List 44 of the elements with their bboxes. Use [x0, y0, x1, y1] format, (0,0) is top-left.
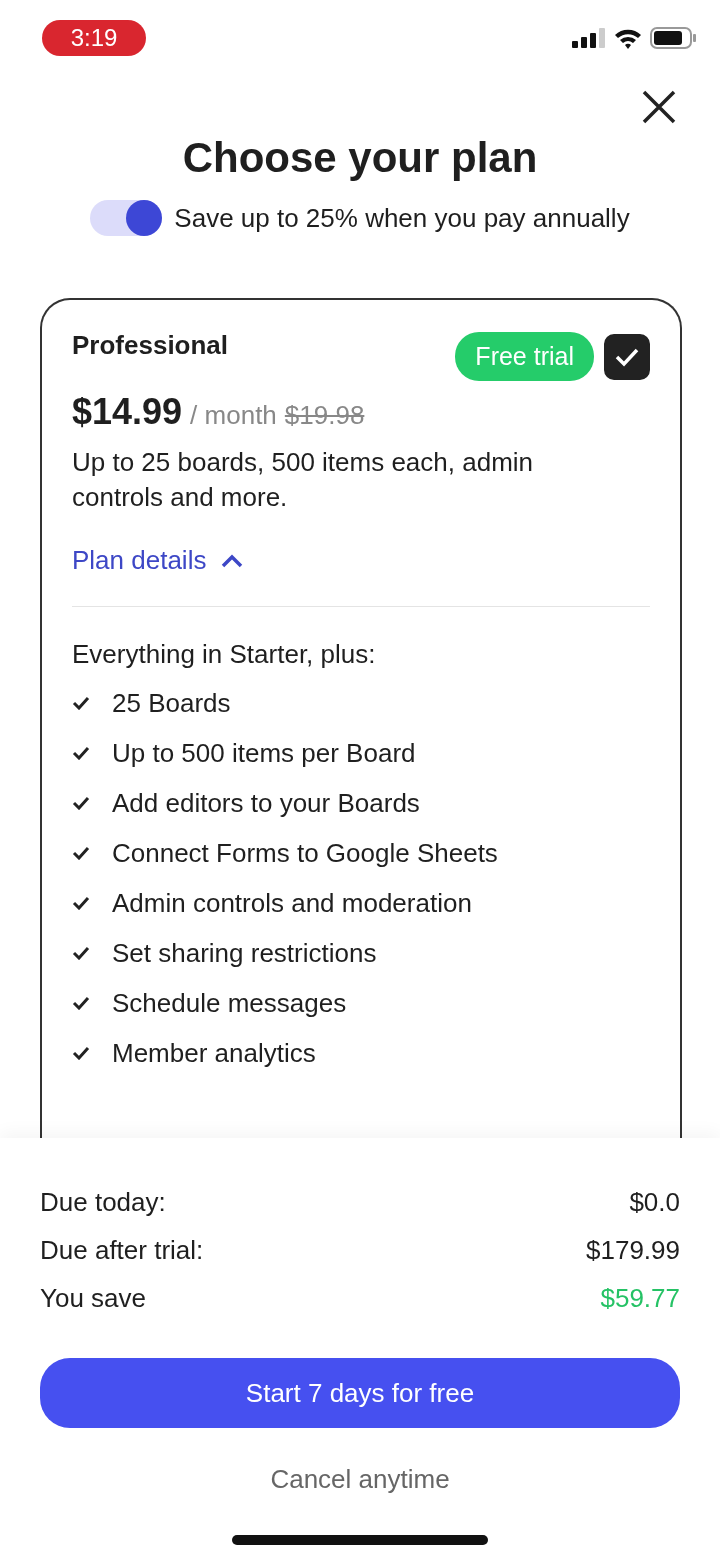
check-icon	[72, 896, 90, 910]
plan-checkbox[interactable]	[604, 333, 650, 380]
summary-value: $59.77	[600, 1282, 680, 1314]
check-icon	[72, 696, 90, 710]
summary-label: Due today:	[40, 1186, 166, 1218]
page-title: Choose your plan	[181, 134, 539, 182]
check-icon	[72, 846, 90, 860]
start-trial-button[interactable]: Start 7 days for free	[40, 1358, 680, 1428]
feature-text: Member analytics	[112, 1037, 316, 1069]
signal-icon	[572, 28, 606, 48]
toggle-label: Save up to 25% when you pay annually	[174, 202, 630, 234]
plan-name: Professional	[72, 330, 229, 361]
feature-text: Connect Forms to Google Sheets	[112, 837, 498, 869]
summary-value: $0.0	[629, 1186, 680, 1218]
price-period: / month	[190, 400, 277, 431]
check-icon	[72, 796, 90, 810]
feature-text: 25 Boards	[112, 687, 231, 719]
feature-text: Up to 500 items per Board	[112, 737, 416, 769]
plan-card[interactable]	[40, 298, 682, 1138]
feature-text: Add editors to your Boards	[112, 787, 420, 819]
wifi-icon	[614, 27, 642, 49]
plan-description: Up to 25 boards, 500 items each, admin controls and more.	[72, 446, 535, 514]
feature-text: Schedule messages	[112, 987, 347, 1019]
battery-icon	[650, 27, 696, 49]
summary-label: You save	[40, 1282, 147, 1314]
chevron-icon	[220, 552, 245, 569]
close-icon[interactable]	[642, 90, 676, 124]
summary-value: $179.99	[586, 1234, 680, 1266]
old-price: $19.98	[284, 400, 365, 431]
annual-toggle[interactable]	[90, 200, 163, 236]
feature-text: Set sharing restrictions	[112, 937, 377, 969]
cancel-note: Cancel anytime	[269, 1464, 451, 1495]
plan-price: $14.99	[72, 391, 183, 433]
check-icon	[72, 946, 90, 960]
features-intro: Everything in Starter, plus:	[72, 639, 377, 670]
checkmark-icon	[615, 346, 639, 367]
plan-details-link[interactable]: Plan details	[72, 545, 245, 576]
check-icon	[72, 1046, 90, 1060]
check-icon	[72, 746, 90, 760]
summary-label: Due after trial:	[40, 1234, 204, 1266]
trial-badge: Free trial	[455, 332, 594, 381]
feature-text: Admin controls and moderation	[112, 887, 472, 919]
status-time: 3:19	[42, 20, 146, 56]
check-icon	[72, 996, 90, 1010]
